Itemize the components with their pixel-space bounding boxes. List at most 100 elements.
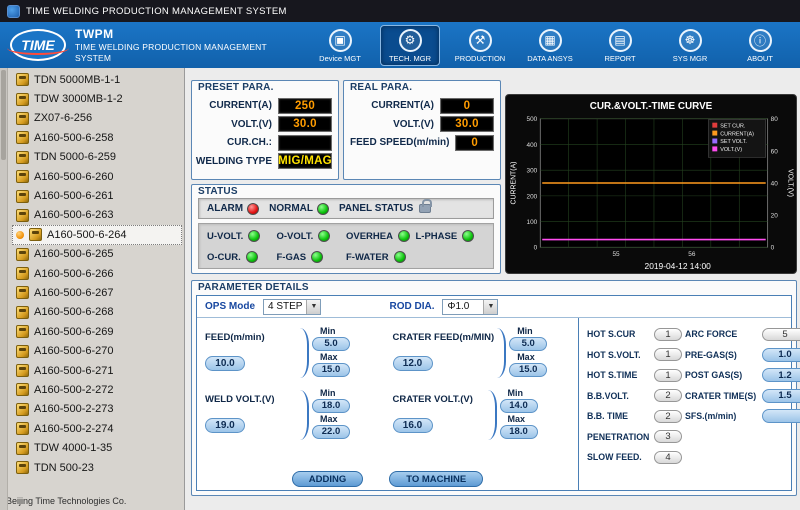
- group-min-value[interactable]: 5.0: [312, 337, 350, 351]
- detail-value[interactable]: 3: [654, 430, 682, 443]
- group-max-value[interactable]: 22.0: [312, 425, 350, 439]
- nav-data-ansys[interactable]: ▦DATA ANSYS: [520, 25, 580, 66]
- svg-text:VOLT.(V): VOLT.(V): [720, 147, 742, 153]
- parameter-header: OPS Mode 4 STEP ▼ ROD DIA. Φ1.0 ▼: [197, 296, 791, 318]
- ops-mode-label: OPS Mode: [205, 301, 255, 312]
- gear-icon: ⚙: [399, 29, 422, 52]
- adding-button[interactable]: ADDING: [292, 471, 363, 487]
- device-item-a160-500-6-258[interactable]: A160-500-6-258: [12, 128, 182, 147]
- svg-text:55: 55: [612, 251, 620, 258]
- active-dot: [16, 231, 24, 239]
- device-item-zx07-6-256[interactable]: ZX07-6-256: [12, 109, 182, 128]
- detail-label: SLOW FEED.: [587, 452, 651, 462]
- device-item-a160-500-2-272[interactable]: A160-500-2-272: [12, 380, 182, 399]
- group-value[interactable]: 10.0: [205, 356, 245, 371]
- real-para-box: REAL PARA. CURRENT(A)0VOLT.(V)30.0FEED S…: [343, 80, 501, 180]
- detail-value[interactable]: 1.2: [762, 368, 800, 382]
- device-item-a160-500-6-267[interactable]: A160-500-6-267: [12, 283, 182, 302]
- scrollbar-thumb[interactable]: [1, 70, 6, 160]
- status-label: U-VOLT.: [207, 231, 243, 242]
- detail-value[interactable]: 1: [654, 328, 682, 341]
- group-min-value[interactable]: 18.0: [312, 399, 350, 413]
- device-item-a160-500-6-260[interactable]: A160-500-6-260: [12, 167, 182, 186]
- group-max-value[interactable]: 15.0: [509, 363, 547, 377]
- about-icon: ⓘ: [749, 29, 772, 52]
- device-label: A160-500-6-263: [34, 209, 114, 221]
- device-item-a160-500-6-266[interactable]: A160-500-6-266: [12, 264, 182, 283]
- device-item-tdw-3000mb-1-2[interactable]: TDW 3000MB-1-2: [12, 89, 182, 108]
- group-value[interactable]: 19.0: [205, 418, 245, 433]
- detail-value[interactable]: 5: [762, 328, 800, 341]
- status-top-strip: ALARM NORMAL PANEL STATUS: [198, 198, 494, 219]
- rod-dia-select[interactable]: Φ1.0 ▼: [442, 299, 498, 315]
- rod-dia-value: Φ1.0: [443, 301, 483, 312]
- svg-text:CURRENT(A): CURRENT(A): [720, 131, 754, 137]
- detail-value[interactable]: 1.0: [762, 348, 800, 362]
- detail-value[interactable]: 2: [654, 389, 682, 402]
- group-max-value[interactable]: 18.0: [500, 425, 538, 439]
- device-item-a160-500-6-264[interactable]: A160-500-6-264: [12, 225, 182, 244]
- real-para-title: REAL PARA.: [350, 82, 412, 93]
- sys-icon: ☸: [679, 29, 702, 52]
- device-item-a160-500-6-270[interactable]: A160-500-6-270: [12, 341, 182, 360]
- detail-value[interactable]: 1: [654, 369, 682, 382]
- status-label: OVERHEA: [346, 231, 393, 242]
- group-max-value[interactable]: 15.0: [312, 363, 350, 377]
- device-item-tdw-4000-1-35[interactable]: TDW 4000-1-35: [12, 438, 182, 457]
- detail-value[interactable]: 4: [654, 451, 682, 464]
- group-value[interactable]: 16.0: [393, 418, 433, 433]
- device-icon: [16, 190, 29, 203]
- green-led-icon: [318, 230, 330, 242]
- device-icon: [16, 248, 29, 261]
- device-item-tdn-500-23[interactable]: TDN 500-23: [12, 458, 182, 477]
- device-icon: [16, 345, 29, 358]
- device-label: TDN 5000-6-259: [34, 151, 116, 163]
- detail-value[interactable]: 1.5: [762, 389, 800, 403]
- nav-sys-mgr[interactable]: ☸SYS MGR: [660, 25, 720, 66]
- detail-value[interactable]: 2: [654, 410, 682, 423]
- device-item-a160-500-2-273[interactable]: A160-500-2-273: [12, 400, 182, 419]
- device-item-a160-500-6-265[interactable]: A160-500-6-265: [12, 245, 182, 264]
- device-icon: [16, 73, 29, 86]
- detail-value[interactable]: [762, 409, 800, 423]
- parameter-buttons: ADDING TO MACHINE: [197, 471, 578, 487]
- value-row-welding-type: WELDING TYPEMIG/MAG: [198, 153, 332, 169]
- device-item-a160-500-6-271[interactable]: A160-500-6-271: [12, 361, 182, 380]
- nav-production[interactable]: ⚒PRODUCTION: [450, 25, 510, 66]
- detail-row-hot-s-volt: HOT S.VOLT.1PRE-GAS(S)1.0: [587, 345, 787, 366]
- max-label: Max: [517, 352, 535, 362]
- group-value[interactable]: 12.0: [393, 356, 433, 371]
- svg-text:0: 0: [771, 245, 775, 252]
- ops-mode-select[interactable]: 4 STEP ▼: [263, 299, 321, 315]
- device-label: A160-500-6-270: [34, 345, 114, 357]
- device-label: A160-500-2-274: [34, 423, 114, 435]
- nav-about[interactable]: ⓘABOUT: [730, 25, 790, 66]
- device-item-a160-500-6-263[interactable]: A160-500-6-263: [12, 206, 182, 225]
- group-min-value[interactable]: 14.0: [500, 399, 538, 413]
- device-item-a160-500-2-274[interactable]: A160-500-2-274: [12, 419, 182, 438]
- value-row-current-a: CURRENT(A)250: [198, 98, 332, 114]
- device-icon: [16, 383, 29, 396]
- sidebar-scrollbar[interactable]: [0, 68, 8, 510]
- device-item-tdn-5000-6-259[interactable]: TDN 5000-6-259: [12, 148, 182, 167]
- device-icon: [29, 228, 42, 241]
- device-label: A160-500-6-265: [34, 248, 114, 260]
- detail-label: POST GAS(S): [685, 370, 759, 380]
- nav-report[interactable]: ▤REPORT: [590, 25, 650, 66]
- green-led-icon: [398, 230, 410, 242]
- status-box: STATUS ALARM NORMAL PANEL STATUS: [191, 184, 501, 274]
- detail-value[interactable]: 1: [654, 348, 682, 361]
- detail-label: HOT S.CUR: [587, 329, 651, 339]
- device-item-a160-500-6-268[interactable]: A160-500-6-268: [12, 303, 182, 322]
- device-item-a160-500-6-261[interactable]: A160-500-6-261: [12, 186, 182, 205]
- alarm-indicator: ALARM: [207, 203, 259, 215]
- to-machine-button[interactable]: TO MACHINE: [389, 471, 483, 487]
- device-item-tdn-5000mb-1-1[interactable]: TDN 5000MB-1-1: [12, 70, 182, 89]
- device-item-a160-500-6-269[interactable]: A160-500-6-269: [12, 322, 182, 341]
- nav-device-mgt[interactable]: ▣Device MGT: [310, 25, 370, 66]
- parameter-content: FEED(m/min)10.0Min5.0Max15.0CRATER FEED(…: [197, 318, 791, 490]
- value-display: [278, 135, 332, 151]
- group-min-value[interactable]: 5.0: [509, 337, 547, 351]
- green-led-icon: [462, 230, 474, 242]
- nav-tech-mgr[interactable]: ⚙TECH. MGR: [380, 25, 440, 66]
